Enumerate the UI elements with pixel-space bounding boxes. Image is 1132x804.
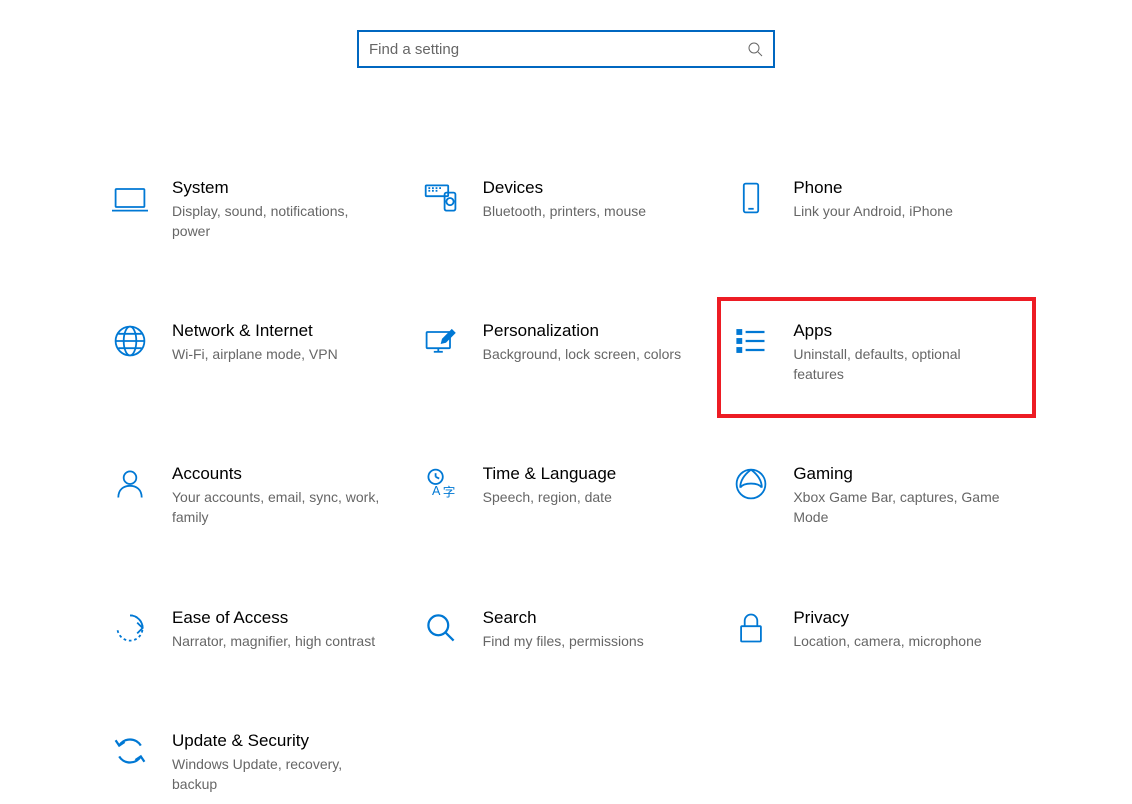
search-icon [747,41,763,57]
tile-desc: Wi-Fi, airplane mode, VPN [172,345,381,365]
update-icon [110,731,150,771]
gaming-icon [731,464,771,504]
time-language-icon: A 字 [421,464,461,504]
tile-desc: Link your Android, iPhone [793,202,1002,222]
tile-title: Time & Language [483,464,692,484]
search-tile-icon [421,608,461,648]
ease-of-access-icon [110,608,150,648]
tile-search[interactable]: Search Find my files, permissions [411,598,722,662]
tile-phone[interactable]: Phone Link your Android, iPhone [721,168,1032,251]
tile-title: Search [483,608,692,628]
tile-desc: Speech, region, date [483,488,692,508]
tile-system[interactable]: System Display, sound, notifications, po… [100,168,411,251]
tile-desc: Background, lock screen, colors [483,345,692,365]
tile-desc: Bluetooth, printers, mouse [483,202,692,222]
tile-title: Personalization [483,321,692,341]
tile-privacy[interactable]: Privacy Location, camera, microphone [721,598,1032,662]
tile-desc: Windows Update, recovery, backup [172,755,381,794]
tile-title: Apps [793,321,1002,341]
personalization-icon [421,321,461,361]
lock-icon [731,608,771,648]
search-input[interactable] [357,30,775,68]
tile-title: Devices [483,178,692,198]
tile-title: Phone [793,178,1002,198]
system-icon [110,178,150,218]
tile-accounts[interactable]: Accounts Your accounts, email, sync, wor… [100,454,411,537]
tile-title: Accounts [172,464,381,484]
tile-desc: Xbox Game Bar, captures, Game Mode [793,488,1002,527]
tile-title: Privacy [793,608,1002,628]
tile-desc: Location, camera, microphone [793,632,1002,652]
tile-title: System [172,178,381,198]
tile-desc: Your accounts, email, sync, work, family [172,488,381,527]
tile-time-language[interactable]: A 字 Time & Language Speech, region, date [411,454,722,537]
svg-text:A: A [432,484,441,498]
tile-personalization[interactable]: Personalization Background, lock screen,… [411,311,722,394]
tile-title: Network & Internet [172,321,381,341]
tile-update-security[interactable]: Update & Security Windows Update, recove… [100,721,411,804]
phone-icon [731,178,771,218]
tile-apps[interactable]: Apps Uninstall, defaults, optional featu… [717,297,1036,418]
tile-desc: Uninstall, defaults, optional features [793,345,1002,384]
tile-desc: Find my files, permissions [483,632,692,652]
tile-title: Update & Security [172,731,381,751]
settings-grid: System Display, sound, notifications, po… [0,168,1132,804]
globe-icon [110,321,150,361]
tile-network[interactable]: Network & Internet Wi-Fi, airplane mode,… [100,311,411,394]
search-field[interactable] [369,41,747,58]
tile-gaming[interactable]: Gaming Xbox Game Bar, captures, Game Mod… [721,454,1032,537]
apps-icon [731,321,771,361]
svg-text:字: 字 [442,486,455,500]
tile-desc: Display, sound, notifications, power [172,202,381,241]
tile-desc: Narrator, magnifier, high contrast [172,632,381,652]
tile-title: Gaming [793,464,1002,484]
tile-ease-of-access[interactable]: Ease of Access Narrator, magnifier, high… [100,598,411,662]
tile-devices[interactable]: Devices Bluetooth, printers, mouse [411,168,722,251]
devices-icon [421,178,461,218]
tile-title: Ease of Access [172,608,381,628]
accounts-icon [110,464,150,504]
